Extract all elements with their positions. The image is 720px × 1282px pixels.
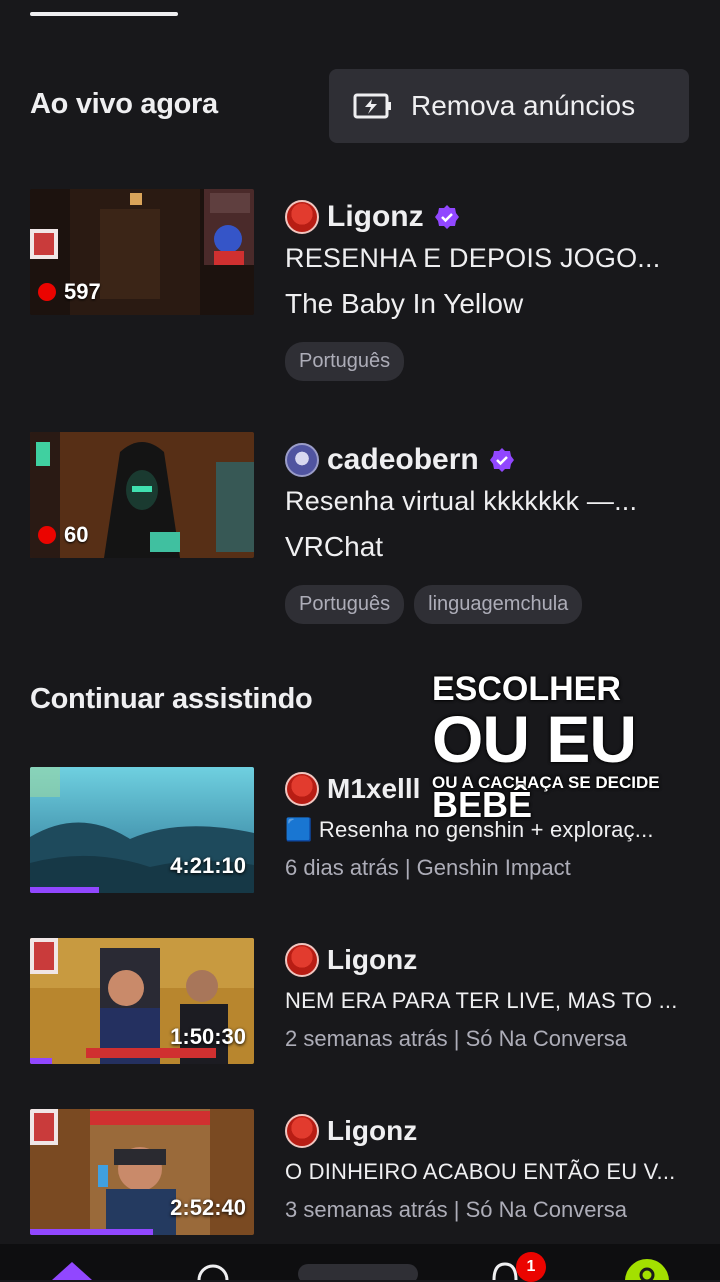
channel-name[interactable]: cadeobern [327, 443, 479, 477]
continue-watching-title: Continuar assistindo [30, 683, 313, 715]
channel-avatar[interactable] [285, 200, 319, 234]
profile-avatar-icon[interactable] [624, 1258, 670, 1280]
tag-chip[interactable]: Português [285, 342, 405, 381]
vod-duration: 1:50:30 [170, 1024, 246, 1049]
channel-avatar[interactable] [285, 443, 319, 477]
game-name[interactable]: VRChat [285, 531, 710, 563]
vod-thumbnail[interactable]: 4:21:10 [30, 767, 254, 893]
live-dot [38, 526, 56, 544]
tag-chip[interactable]: Português [285, 585, 405, 624]
verified-badge-icon [434, 205, 459, 229]
tag-chip[interactable]: linguagemchula [414, 585, 583, 624]
live-now-title: Ao vivo agora [30, 88, 218, 120]
vod-duration: 2:52:40 [170, 1195, 246, 1220]
viewer-count-value: 60 [64, 522, 89, 547]
remove-ads-label: Remova anúncios [411, 90, 636, 121]
battery-bolt-icon [353, 93, 391, 119]
bottom-nav [0, 1244, 720, 1280]
live-stream-card[interactable]: 597 Ligonz RESENHA E DEPOIS JOGO... The … [30, 189, 710, 389]
vod-title: NEM ERA PARA TER LIVE, MAS TO ... [285, 988, 678, 1013]
remove-ads-button[interactable]: Remova anúncios [329, 69, 689, 143]
stream-thumbnail[interactable]: 597 [30, 189, 254, 315]
vod-thumbnail[interactable]: 1:50:30 [30, 938, 254, 1064]
create-icon[interactable] [298, 1260, 418, 1280]
caption-overlay: ESCOLHER OU EU OU A CACHAÇA SE DECIDE BE… [432, 672, 660, 823]
vod-title: O DINHEIRO ACABOU ENTÃO EU V... [285, 1159, 676, 1184]
verified-badge-icon [489, 448, 514, 472]
active-tab-indicator [30, 12, 178, 16]
viewer-count: 60 [38, 522, 88, 548]
watch-progress-bar [30, 1229, 154, 1235]
caption-line: OU EU [432, 702, 637, 776]
vod-card[interactable]: 2:52:40 Ligonz O DINHEIRO ACABOU ENTÃO E… [30, 1109, 710, 1235]
vod-subline: 6 dias atrás | Genshin Impact [285, 855, 571, 880]
stream-thumbnail[interactable]: 60 [30, 432, 254, 558]
channel-name[interactable]: Ligonz [327, 1115, 417, 1147]
vod-subline: 2 semanas atrás | Só Na Conversa [285, 1026, 627, 1051]
vod-thumbnail[interactable]: 2:52:40 [30, 1109, 254, 1235]
stream-title: Resenha virtual kkkkkkk —... [285, 486, 638, 516]
live-stream-card[interactable]: 60 cadeobern Resenha virtual kkkkkkk —..… [30, 432, 710, 632]
channel-avatar[interactable] [285, 772, 319, 806]
channel-avatar[interactable] [285, 943, 319, 977]
vod-card[interactable]: 1:50:30 Ligonz NEM ERA PARA TER LIVE, MA… [30, 938, 710, 1064]
home-icon[interactable] [52, 1262, 92, 1280]
search-icon[interactable] [196, 1262, 230, 1280]
vod-duration: 4:21:10 [170, 853, 246, 878]
channel-name[interactable]: M1xelll [327, 773, 420, 805]
watch-progress-bar [30, 1058, 53, 1064]
game-name[interactable]: The Baby In Yellow [285, 288, 710, 320]
channel-avatar[interactable] [285, 1114, 319, 1148]
stream-title: RESENHA E DEPOIS JOGO... [285, 243, 661, 273]
channel-name[interactable]: Ligonz [327, 200, 424, 234]
live-dot [38, 283, 56, 301]
caption-line: ESCOLHER [432, 670, 621, 708]
vod-subline: 3 semanas atrás | Só Na Conversa [285, 1197, 627, 1222]
caption-line: BEBÊ [432, 784, 533, 825]
viewer-count: 597 [38, 279, 101, 305]
notifications-badge: 1 [516, 1252, 546, 1282]
watch-progress-bar [30, 887, 100, 893]
channel-name[interactable]: Ligonz [327, 944, 417, 976]
viewer-count-value: 597 [64, 279, 101, 304]
